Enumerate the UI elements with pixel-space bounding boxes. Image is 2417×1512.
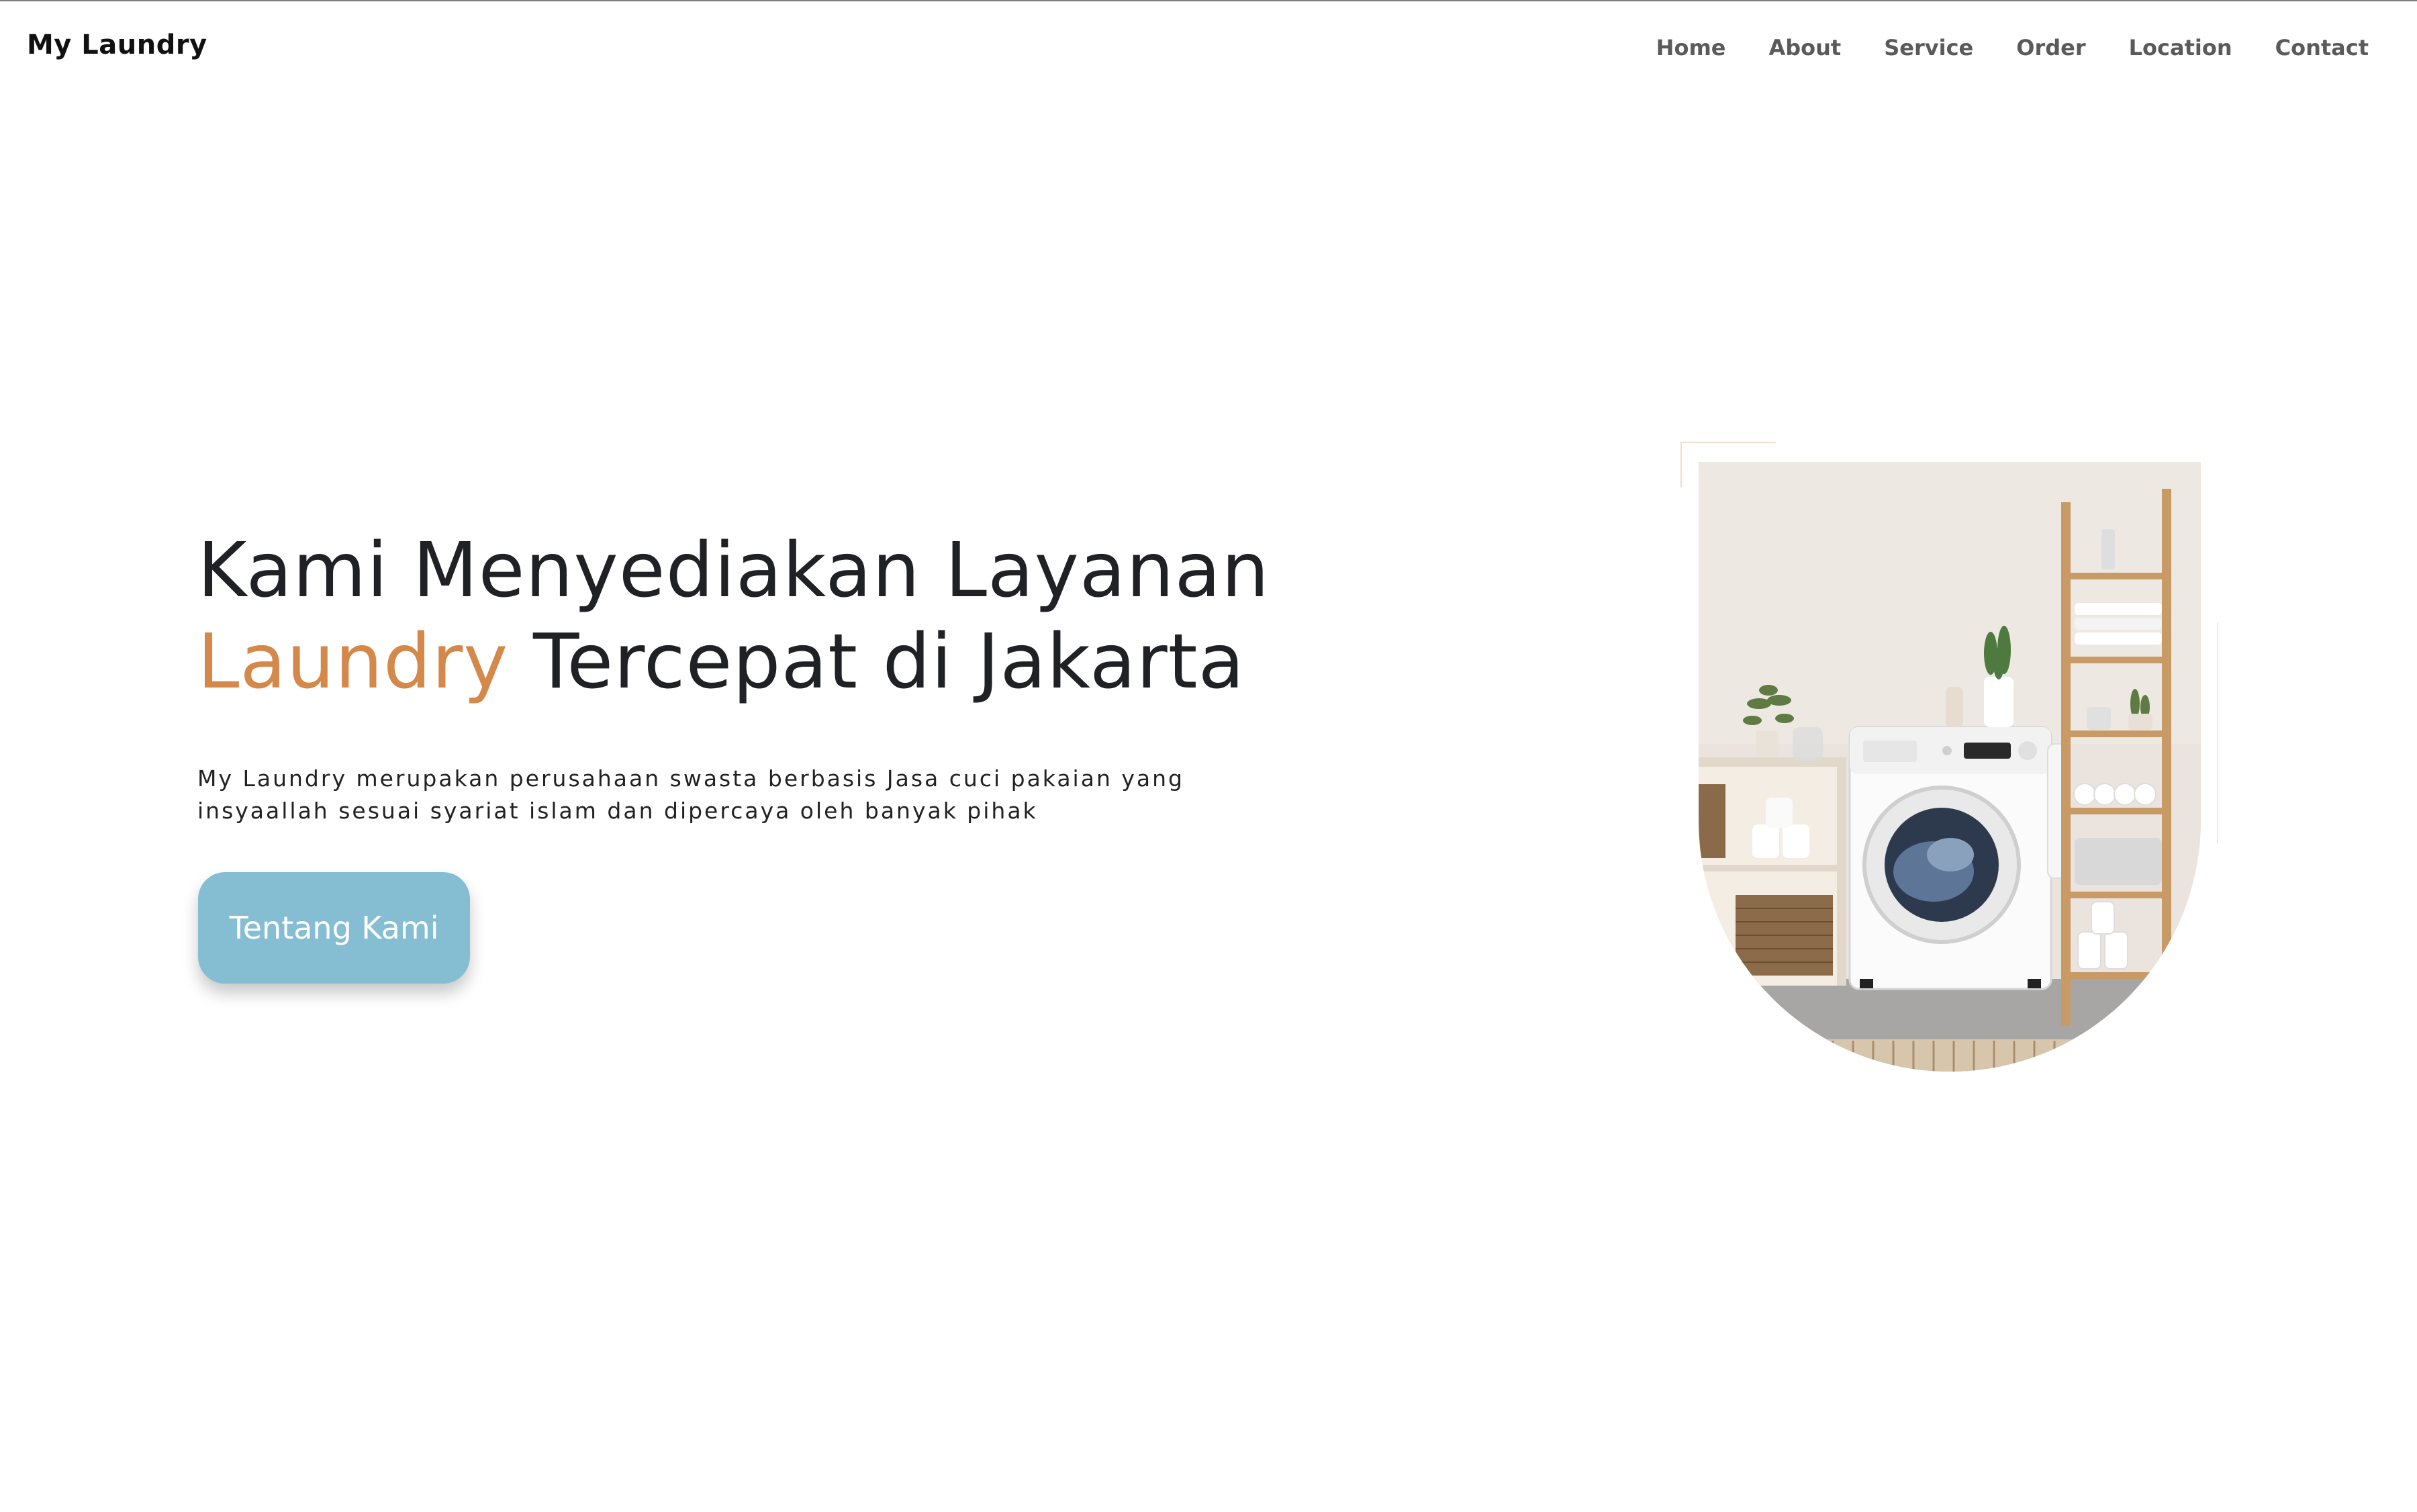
washing-machine-room-illustration bbox=[1699, 462, 2201, 1072]
hero-description: My Laundry merupakan perusahaan swasta b… bbox=[197, 765, 1184, 824]
navbar: My Laundry Home About Service Order Loca… bbox=[0, 1, 2417, 95]
about-us-button[interactable]: Tentang Kami bbox=[198, 872, 470, 984]
brand-logo[interactable]: My Laundry bbox=[27, 30, 207, 60]
nav-link-about[interactable]: About bbox=[1768, 35, 1841, 60]
page: My Laundry Home About Service Order Loca… bbox=[0, 0, 2417, 1512]
nav-link-contact[interactable]: Contact bbox=[2275, 35, 2369, 60]
hero-image bbox=[1699, 462, 2201, 1072]
nav-menu: Home About Service Order Location Contac… bbox=[1656, 35, 2369, 60]
decorative-frame-line bbox=[2217, 622, 2218, 844]
nav-link-location[interactable]: Location bbox=[2129, 35, 2232, 60]
nav-link-home[interactable]: Home bbox=[1656, 35, 1726, 60]
nav-link-service[interactable]: Service bbox=[1884, 35, 1973, 60]
nav-link-order[interactable]: Order bbox=[2016, 35, 2085, 60]
hero-title-line2: Tercepat di Jakarta bbox=[508, 618, 1245, 706]
hero-title-accent: Laundry bbox=[197, 618, 509, 706]
hero-title: Kami Menyediakan Layanan Laundry Tercepat… bbox=[197, 525, 1339, 708]
hero-title-line1: Kami Menyediakan Layanan bbox=[197, 527, 1270, 614]
